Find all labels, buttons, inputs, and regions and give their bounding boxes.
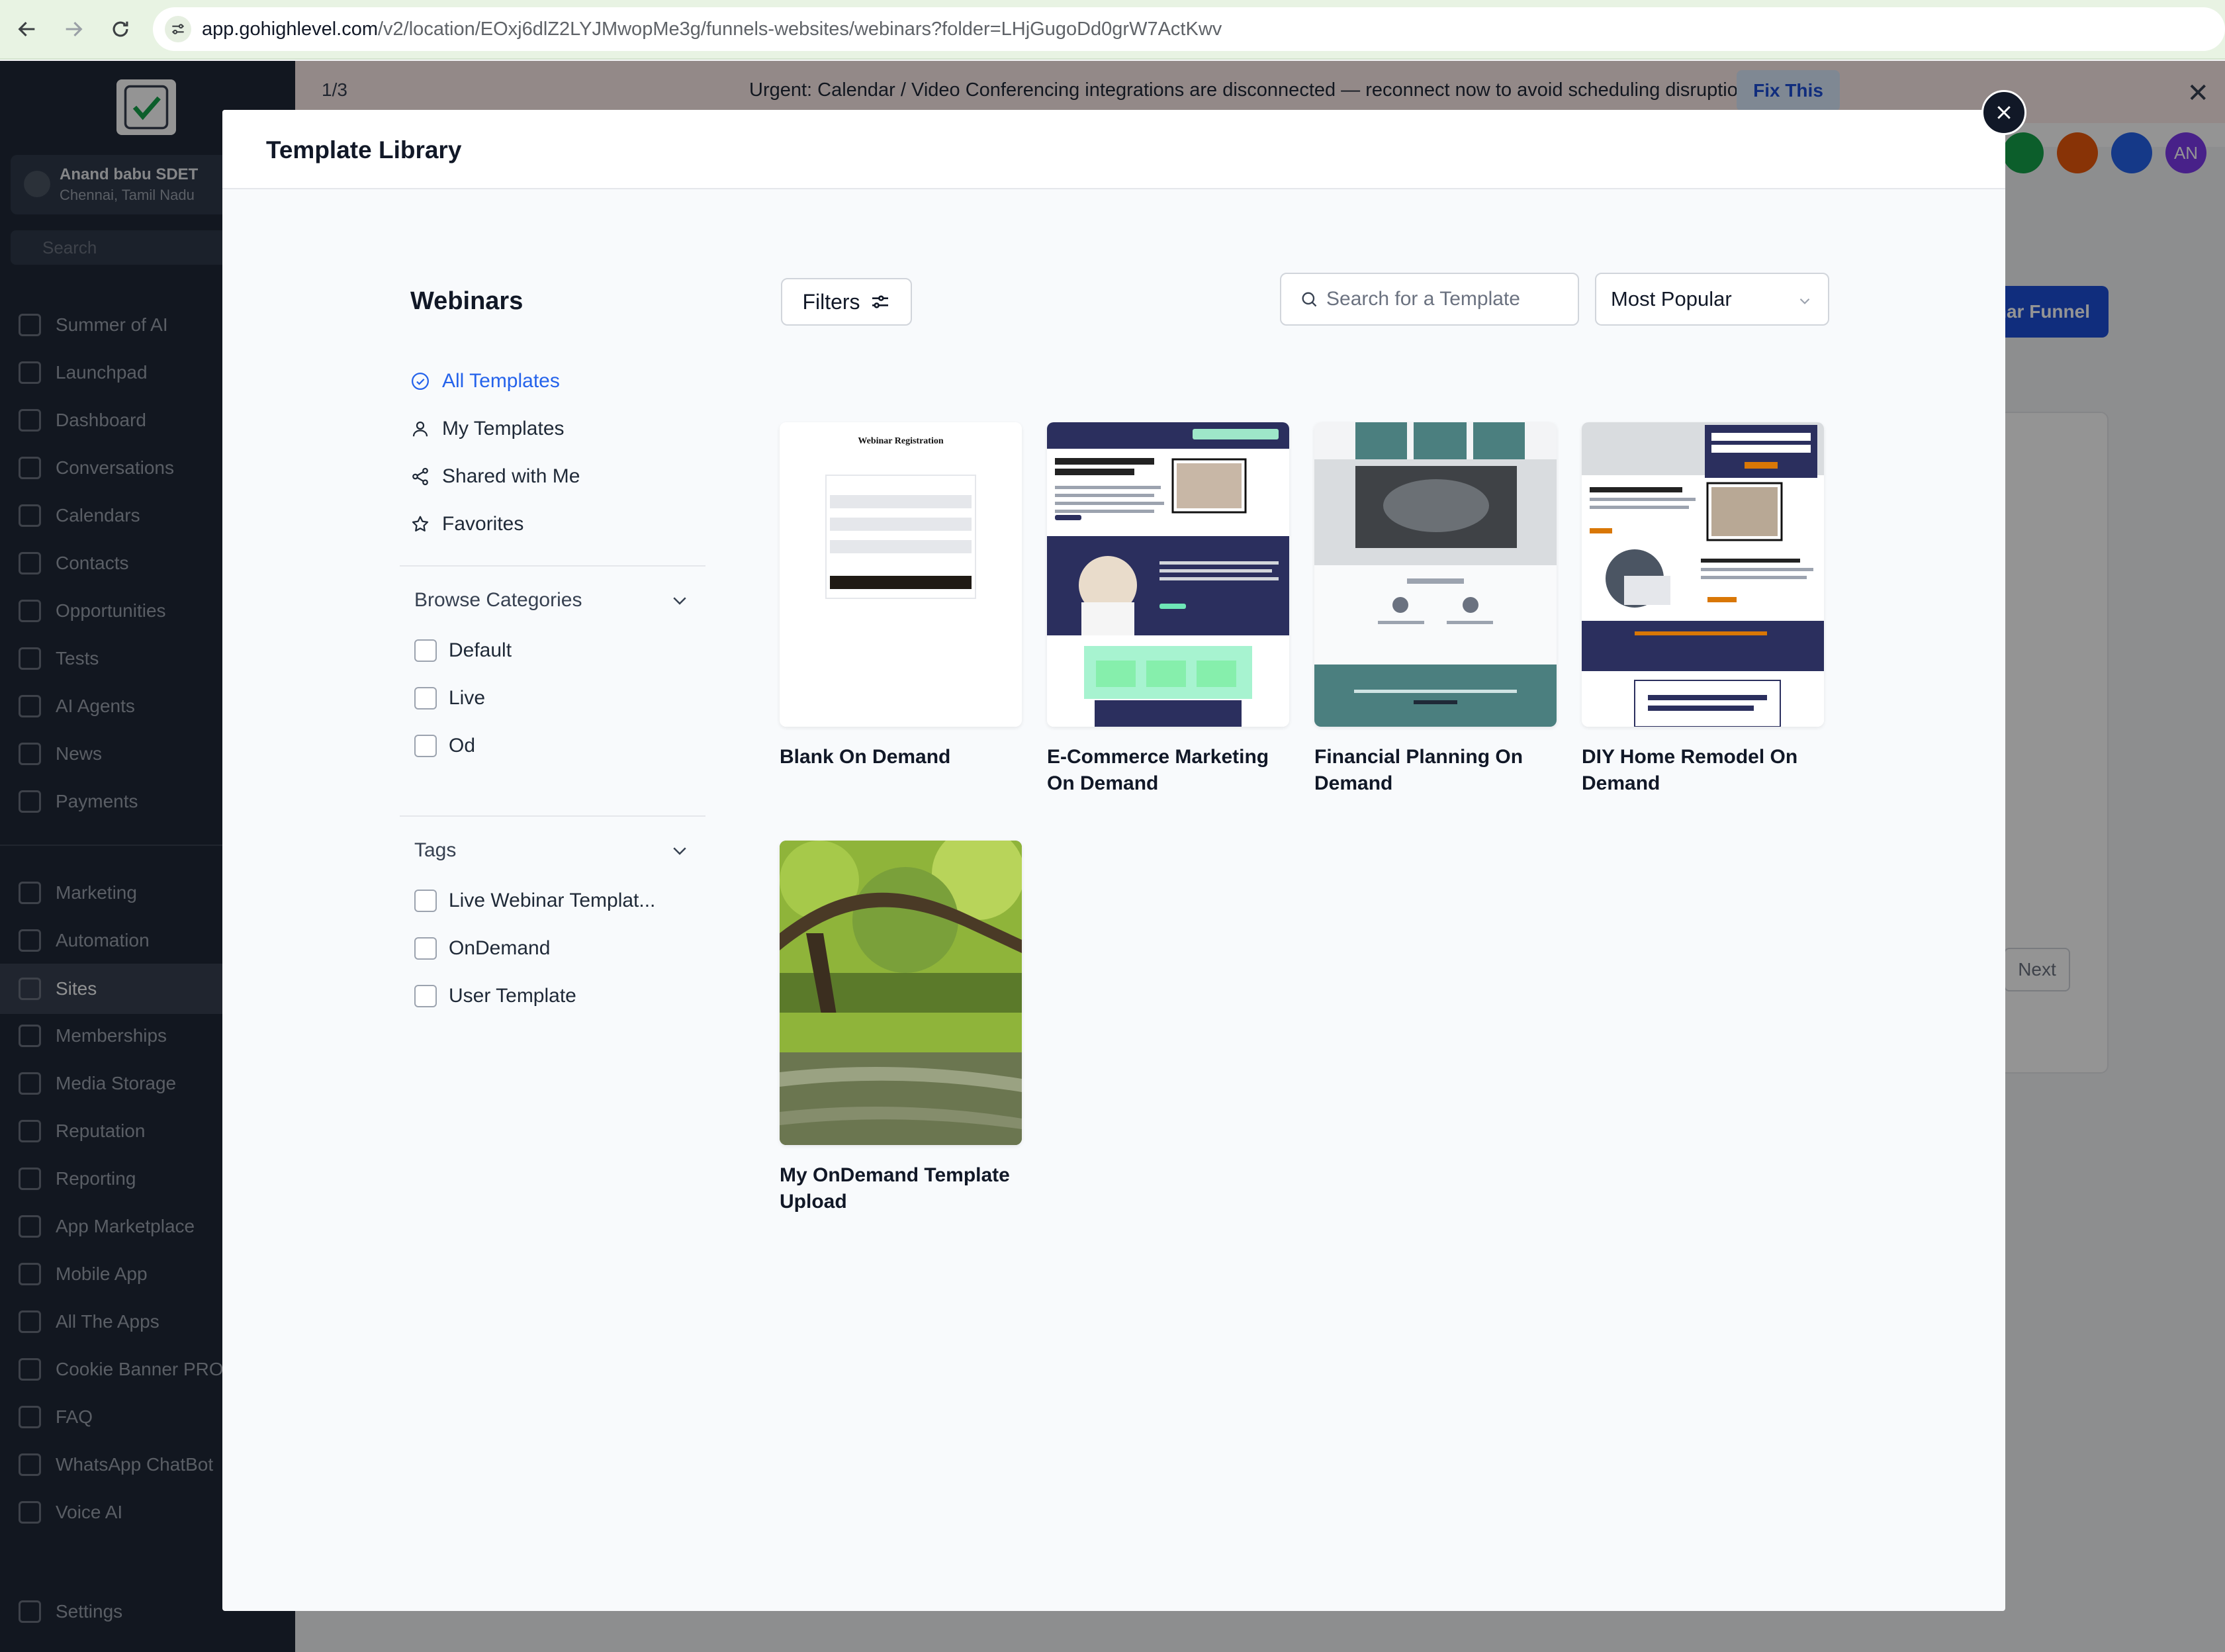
tag-user-template[interactable]: User Template: [414, 980, 576, 1013]
template-title[interactable]: Financial Planning On Demand: [1314, 744, 1557, 797]
tag-ondemand[interactable]: OnDemand: [414, 932, 550, 965]
checkbox-label: User Template: [449, 985, 576, 1007]
nav-shared-with-me[interactable]: Shared with Me: [410, 458, 580, 495]
checkbox-label: Live Webinar Templat...: [449, 890, 656, 911]
sidebar-divider: [400, 565, 705, 567]
tags-toggle[interactable]: Tags: [414, 834, 690, 867]
sidebar-divider: [400, 815, 705, 817]
address-bar[interactable]: app.gohighlevel.com/v2/location/EOxj6dlZ…: [152, 7, 2225, 51]
check-circle-icon: [412, 373, 429, 390]
template-card[interactable]: Webinar Registration Blank On Demand: [780, 422, 1022, 770]
site-settings-icon[interactable]: [164, 16, 191, 42]
nav-label: Shared with Me: [442, 465, 580, 487]
modal-close-button[interactable]: [1981, 90, 2026, 135]
checkbox-label: Od: [449, 735, 476, 757]
template-library-modal: Template Library Webinars All Templates …: [222, 110, 2005, 1611]
star-icon: [412, 516, 429, 531]
categories-heading: Browse Categories: [414, 589, 582, 611]
template-title[interactable]: DIY Home Remodel On Demand: [1582, 744, 1824, 797]
category-default[interactable]: Default: [414, 634, 512, 667]
sliders-icon: [872, 295, 888, 308]
tag-live-webinar[interactable]: Live Webinar Templat...: [414, 884, 655, 917]
template-thumbnail[interactable]: [1314, 422, 1557, 727]
checkbox-label: OnDemand: [449, 937, 551, 959]
template-card[interactable]: E-Commerce Marketing On Demand: [1047, 422, 1289, 797]
template-thumbnail[interactable]: [780, 841, 1022, 1145]
checkbox[interactable]: [414, 985, 437, 1007]
arrow-left-icon: [18, 21, 35, 37]
filters-button[interactable]: Filters: [781, 278, 912, 326]
nav-my-templates[interactable]: My Templates: [410, 410, 565, 447]
sort-selected-value: Most Popular: [1611, 287, 1732, 310]
browser-toolbar: app.gohighlevel.com/v2/location/EOxj6dlZ…: [0, 0, 2225, 60]
template-title[interactable]: Blank On Demand: [780, 744, 1022, 770]
modal-header: Template Library: [222, 110, 2005, 189]
url-path: /v2/location/EOxj6dlZ2LYJMwopMe3g/funnel…: [378, 18, 1222, 40]
checkbox[interactable]: [414, 890, 437, 912]
checkbox-label: Live: [449, 687, 486, 709]
search-icon: [1302, 292, 1317, 307]
sort-dropdown[interactable]: Most Popular: [1595, 273, 1829, 326]
reload-button[interactable]: [101, 9, 140, 49]
checkbox[interactable]: [414, 639, 437, 662]
template-thumbnail[interactable]: [1047, 422, 1289, 727]
nav-all-templates[interactable]: All Templates: [410, 363, 560, 400]
template-card[interactable]: My OnDemand Template Upload: [780, 841, 1022, 1215]
user-icon: [412, 421, 428, 437]
tags-heading: Tags: [414, 839, 457, 861]
reload-icon: [113, 21, 128, 37]
chevron-down-icon: [673, 847, 686, 855]
template-thumbnail[interactable]: Webinar Registration: [780, 422, 1022, 727]
share-icon: [412, 467, 428, 486]
forward-button[interactable]: [54, 9, 93, 49]
nav-favorites[interactable]: Favorites: [410, 506, 523, 543]
nav-label: Favorites: [442, 513, 524, 535]
category-od[interactable]: Od: [414, 729, 475, 762]
template-thumbnail[interactable]: [1582, 422, 1824, 727]
template-title[interactable]: E-Commerce Marketing On Demand: [1047, 744, 1289, 797]
close-icon: [1997, 106, 2011, 119]
section-heading: Webinars: [410, 287, 523, 315]
browse-categories-toggle[interactable]: Browse Categories: [414, 584, 690, 617]
chevron-down-icon: [1799, 298, 1810, 304]
nav-label: All Templates: [442, 370, 560, 392]
checkbox[interactable]: [414, 687, 437, 710]
url-host: app.gohighlevel.com: [201, 18, 378, 40]
filters-label: Filters: [802, 289, 860, 314]
checkbox-label: Default: [449, 639, 512, 661]
thumb-heading: Webinar Registration: [858, 436, 943, 446]
back-button[interactable]: [8, 9, 46, 49]
modal-title: Template Library: [266, 136, 462, 163]
chevron-down-icon: [673, 597, 686, 605]
nav-label: My Templates: [442, 418, 565, 439]
search-input[interactable]: [1326, 288, 1578, 310]
category-live[interactable]: Live: [414, 682, 485, 715]
template-title[interactable]: My OnDemand Template Upload: [780, 1162, 1022, 1215]
template-card[interactable]: DIY Home Remodel On Demand: [1582, 422, 1824, 797]
template-search[interactable]: [1280, 273, 1579, 326]
checkbox[interactable]: [414, 735, 437, 757]
checkbox[interactable]: [414, 937, 437, 960]
arrow-right-icon: [66, 21, 83, 37]
template-card[interactable]: Financial Planning On Demand: [1314, 422, 1557, 797]
